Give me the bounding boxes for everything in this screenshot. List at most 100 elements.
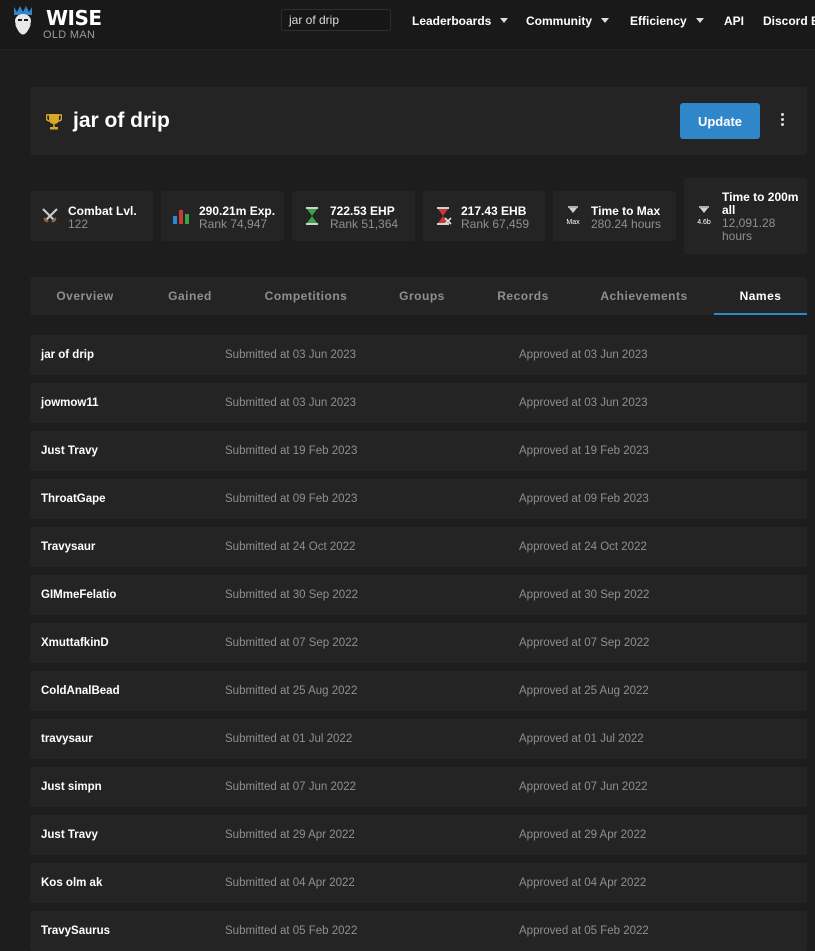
list-item: Just Travy Submitted at 29 Apr 2022 Approv… [30,815,807,855]
name-change-submitted: Submitted at 19 Feb 2023 [225,445,358,457]
name-change-new-name: ColdAnalBead [41,685,120,697]
name-change-approved: Approved at 03 Jun 2023 [519,397,648,409]
name-change-approved: Approved at 30 Sep 2022 [519,589,650,601]
name-change-approved: Approved at 03 Jun 2023 [519,349,648,361]
stat-ehb: 217.43 EHB Rank 67,459 [423,191,545,241]
more-options-icon[interactable] [774,111,790,131]
stat-ehp: 722.53 EHP Rank 51,364 [292,191,415,241]
nav-leaderboards-label: Leaderboards [412,14,492,28]
name-change-submitted: Submitted at 09 Feb 2023 [225,493,358,505]
name-change-submitted: Submitted at 29 Apr 2022 [225,829,355,841]
name-change-submitted: Submitted at 01 Jul 2022 [225,733,353,745]
list-item: ThroatGape Submitted at 09 Feb 2023 Approv… [30,479,807,519]
tab-competitions[interactable]: Competitions [240,277,372,315]
name-change-new-name: Travysaur [41,541,96,553]
stat-label: Time to 200m all [722,190,799,217]
nav-api-label: API [724,14,745,28]
name-change-submitted: Submitted at 03 Jun 2023 [225,349,357,361]
hourglass-red-icon [437,207,452,225]
logo-title: WISE [46,6,102,30]
tab-achievements[interactable]: Achievements [574,277,714,315]
stat-label: 290.21m Exp. [199,204,276,218]
tab-records[interactable]: Records [472,277,574,315]
name-change-approved: Approved at 01 Jul 2022 [519,733,644,745]
name-change-new-name: jowmow11 [41,397,99,409]
max-icon-text: Max [566,219,580,226]
nav-leaderboards[interactable]: Leaderboards [412,14,509,28]
name-change-submitted: Submitted at 03 Jun 2023 [225,397,357,409]
bar-chart-icon [173,210,189,224]
tab-names[interactable]: Names [714,277,807,315]
list-item: TravySaurus Submitted at 05 Feb 2022 Appro… [30,911,807,951]
name-change-submitted: Submitted at 04 Apr 2022 [225,877,355,889]
name-change-new-name: Just Travy [41,829,98,841]
name-change-approved: Approved at 29 Apr 2022 [519,829,647,841]
name-change-submitted: Submitted at 30 Sep 2022 [225,589,358,601]
stat-experience: 290.21m Exp. Rank 74,947 [161,191,284,241]
name-change-submitted: Submitted at 05 Feb 2022 [225,925,358,937]
logo-subtitle: OLD MAN [43,29,96,41]
nav-efficiency[interactable]: Efficiency [630,14,704,28]
logo[interactable]: WISE OLD MAN [8,3,118,43]
stat-label: Time to Max [591,204,661,218]
list-item: GIMmeFelatio Submitted at 30 Sep 2022 Appr… [30,575,807,615]
hourglass-green-icon [306,207,318,225]
list-item: jar of drip Submitted at 03 Jun 2023 Appro… [30,335,807,375]
list-item: Just simpn Submitted at 07 Jun 2022 Approv… [30,767,807,807]
nav-discord-bot[interactable]: Discord Bo [763,14,815,28]
name-change-new-name: jar of drip [41,349,95,361]
old-man-logo-icon [14,6,32,35]
name-change-approved: Approved at 04 Apr 2022 [519,877,647,889]
name-change-approved: Approved at 07 Sep 2022 [519,637,650,649]
b200-icon-text: 4.6b [697,219,711,226]
name-change-new-name: Just simpn [41,781,102,793]
stat-value: Rank 74,947 [199,217,268,231]
list-item: Travysaur Submitted at 24 Oct 2022 Approve… [30,527,807,567]
profile-tabs: Overview Gained Competitions Groups Reco… [30,277,807,315]
name-change-new-name: Just Travy [41,445,98,457]
stat-time-to-200m: 4.6b Time to 200m all 12,091.28 hours [684,178,807,254]
stat-label: Combat Lvl. [68,204,137,218]
trophy-icon [46,114,62,130]
name-change-approved: Approved at 05 Feb 2022 [519,925,649,937]
list-item: Kos olm ak Submitted at 04 Apr 2022 Approv… [30,863,807,903]
list-item: travysaur Submitted at 01 Jul 2022 Approve… [30,719,807,759]
name-change-approved: Approved at 09 Feb 2023 [519,493,649,505]
list-item: ColdAnalBead Submitted at 25 Aug 2022 Appr… [30,671,807,711]
chevron-down-icon [500,18,509,23]
stat-label: 722.53 EHP [330,204,395,218]
hourglass-200m-icon: 4.6b [697,206,711,226]
tab-overview[interactable]: Overview [30,277,140,315]
chevron-down-icon [601,18,609,23]
tab-gained[interactable]: Gained [140,277,240,315]
nav-community-label: Community [526,14,592,28]
hourglass-max-icon: Max [566,206,580,226]
stat-label: 217.43 EHB [461,204,527,218]
name-change-approved: Approved at 19 Feb 2023 [519,445,649,457]
list-item: jowmow11 Submitted at 03 Jun 2023 Approved… [30,383,807,423]
player-name: jar of drip [73,109,170,132]
stat-value: 12,091.28 hours [722,216,776,243]
stat-value: Rank 67,459 [461,217,530,231]
update-button[interactable]: Update [680,103,760,139]
name-change-approved: Approved at 25 Aug 2022 [519,685,649,697]
stat-value: Rank 51,364 [330,217,399,231]
nav-discord-bot-label: Discord Bo [763,14,815,28]
name-change-new-name: GIMmeFelatio [41,589,117,601]
name-change-submitted: Submitted at 24 Oct 2022 [225,541,356,553]
stat-value: 122 [68,217,89,231]
name-change-new-name: ThroatGape [41,493,106,505]
tab-groups[interactable]: Groups [372,277,472,315]
name-change-new-name: TravySaurus [41,925,111,937]
list-item: Just Travy Submitted at 19 Feb 2023 Approv… [30,431,807,471]
nav-efficiency-label: Efficiency [630,14,687,28]
nav-community[interactable]: Community [526,14,609,28]
name-change-new-name: XmuttafkinD [41,637,109,649]
name-change-submitted: Submitted at 07 Jun 2022 [225,781,357,793]
stat-combat-level: Combat Lvl. 122 [30,191,153,241]
stat-value: 280.24 hours [591,217,662,231]
top-navbar: WISE OLD MAN jar of drip Leaderboards Co… [0,0,815,50]
stat-time-to-max: Max Time to Max 280.24 hours [553,191,676,241]
nav-api[interactable]: API [724,14,744,28]
search-input[interactable]: jar of drip [281,9,391,31]
